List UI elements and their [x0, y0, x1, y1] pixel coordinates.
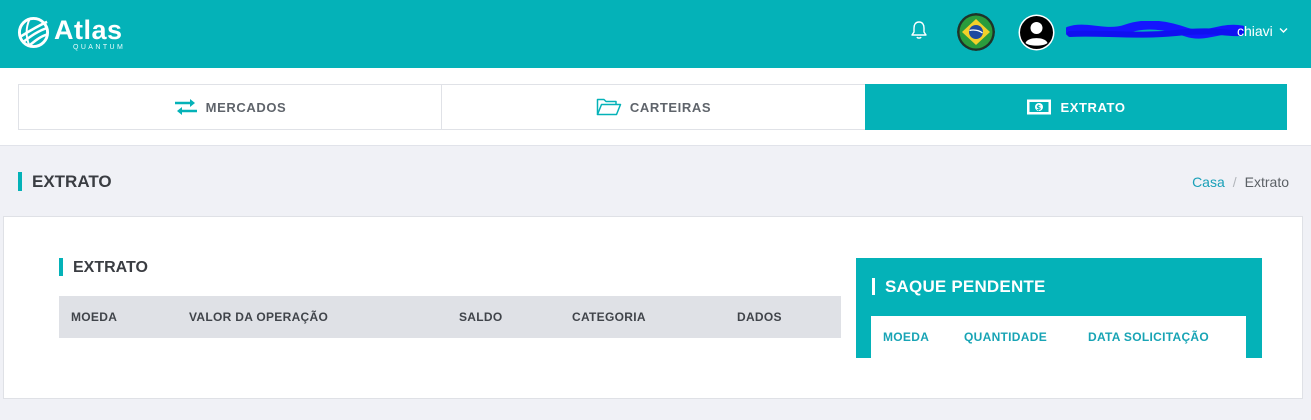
username-label[interactable]: chiavi	[1237, 22, 1273, 40]
pending-title-accent	[872, 278, 875, 295]
atlas-quantum-logo[interactable]: Atlas QUANTUM	[17, 15, 137, 53]
breadcrumb: Casa / Extrato	[1192, 174, 1289, 190]
page-title-accent	[18, 172, 22, 191]
breadcrumb-separator: /	[1232, 174, 1237, 190]
folder-open-icon	[596, 98, 622, 116]
exchange-arrows-icon	[174, 99, 197, 115]
page-title: EXTRATO	[32, 172, 112, 191]
pending-withdrawal-title: SAQUE PENDENTE	[885, 277, 1046, 296]
column-header-saldo[interactable]: SALDO	[459, 310, 503, 324]
tab-extrato[interactable]: $ EXTRATO	[865, 84, 1287, 130]
column-header-data-solicitacao[interactable]: DATA SOLICITAÇÃO	[1088, 330, 1209, 344]
svg-text:$: $	[1037, 104, 1042, 112]
column-header-categoria[interactable]: CATEGORIA	[572, 310, 646, 324]
section-title-accent	[59, 258, 63, 276]
statement-section-title: EXTRATO	[73, 259, 148, 276]
column-header-moeda[interactable]: MOEDA	[71, 310, 117, 324]
tab-carteiras[interactable]: CARTEIRAS	[441, 84, 866, 130]
globe-logo-icon	[17, 16, 50, 49]
tab-label: MERCADOS	[205, 99, 287, 115]
redacted-username-scribble	[1066, 21, 1244, 39]
column-header-quantidade[interactable]: QUANTIDADE	[964, 330, 1047, 344]
brazil-flag-icon[interactable]	[957, 13, 995, 51]
column-header-dados[interactable]: DADOS	[737, 310, 782, 324]
top-navbar: Atlas QUANTUM chiavi	[0, 0, 1311, 68]
brand-name: Atlas	[54, 15, 123, 45]
statement-table-header: MOEDA VALOR DA OPERAÇÃO SALDO CATEGORIA …	[59, 296, 841, 338]
column-header-valor[interactable]: VALOR DA OPERAÇÃO	[189, 310, 328, 324]
column-header-moeda[interactable]: MOEDA	[883, 330, 929, 344]
pending-withdrawal-table-header: MOEDA QUANTIDADE DATA SOLICITAÇÃO	[871, 316, 1246, 358]
tab-mercados[interactable]: MERCADOS	[18, 84, 442, 130]
tab-label: CARTEIRAS	[629, 99, 712, 115]
breadcrumb-current: Extrato	[1244, 174, 1289, 190]
chevron-down-icon[interactable]	[1279, 27, 1288, 34]
user-avatar-icon[interactable]	[1018, 14, 1055, 51]
breadcrumb-home-link[interactable]: Casa	[1192, 174, 1225, 190]
bell-icon[interactable]	[908, 19, 930, 41]
banknote-icon: $	[1027, 99, 1052, 115]
brand-tagline: QUANTUM	[73, 44, 126, 51]
tab-label: EXTRATO	[1060, 99, 1126, 115]
